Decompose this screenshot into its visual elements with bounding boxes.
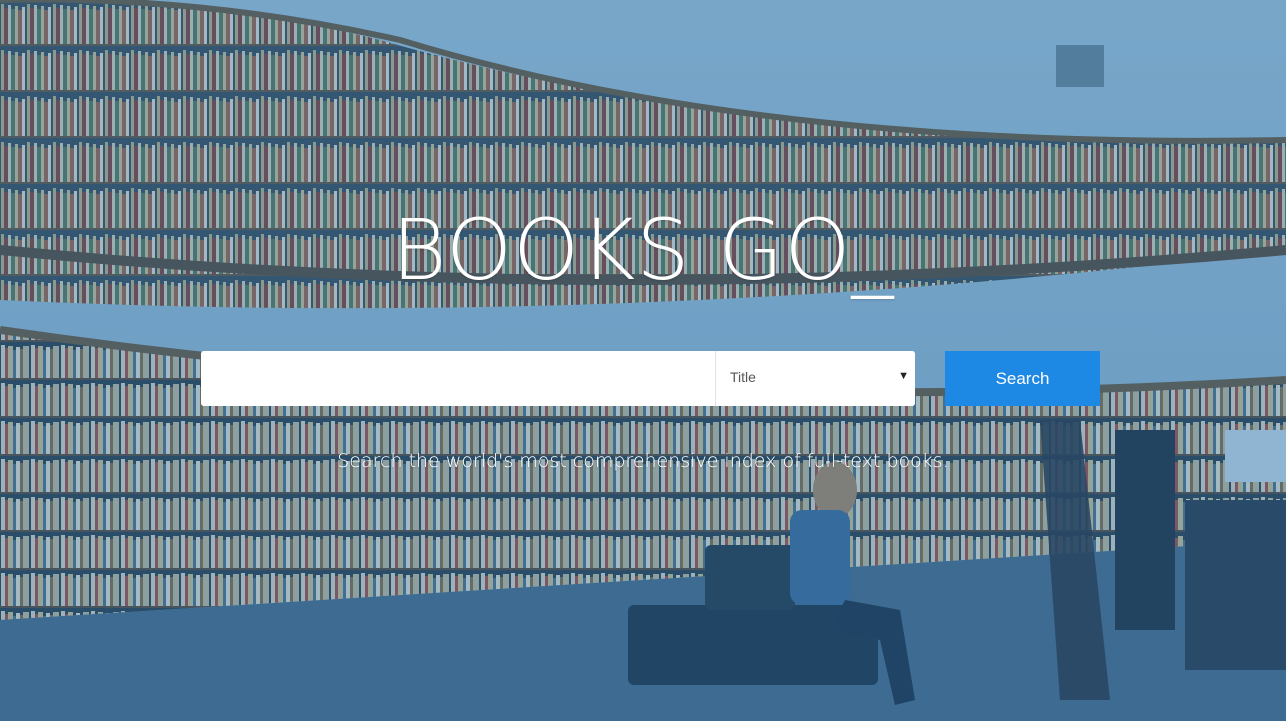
search-input[interactable] [201,351,715,406]
brand-title: BOOKS GO_ [391,201,895,299]
search-field-group: Title ▼ [201,351,915,406]
search-type-selected: Title [730,369,756,385]
hero-section: BOOKS GO_ Title ▼ Search Search the worl… [0,0,1286,721]
search-button[interactable]: Search [945,351,1100,406]
tagline: Search the world's most comprehensive in… [337,450,949,472]
search-type-select[interactable]: Title ▼ [715,351,915,406]
caret-down-icon: ▼ [898,370,909,382]
search-form: Title ▼ Search [201,351,1100,406]
